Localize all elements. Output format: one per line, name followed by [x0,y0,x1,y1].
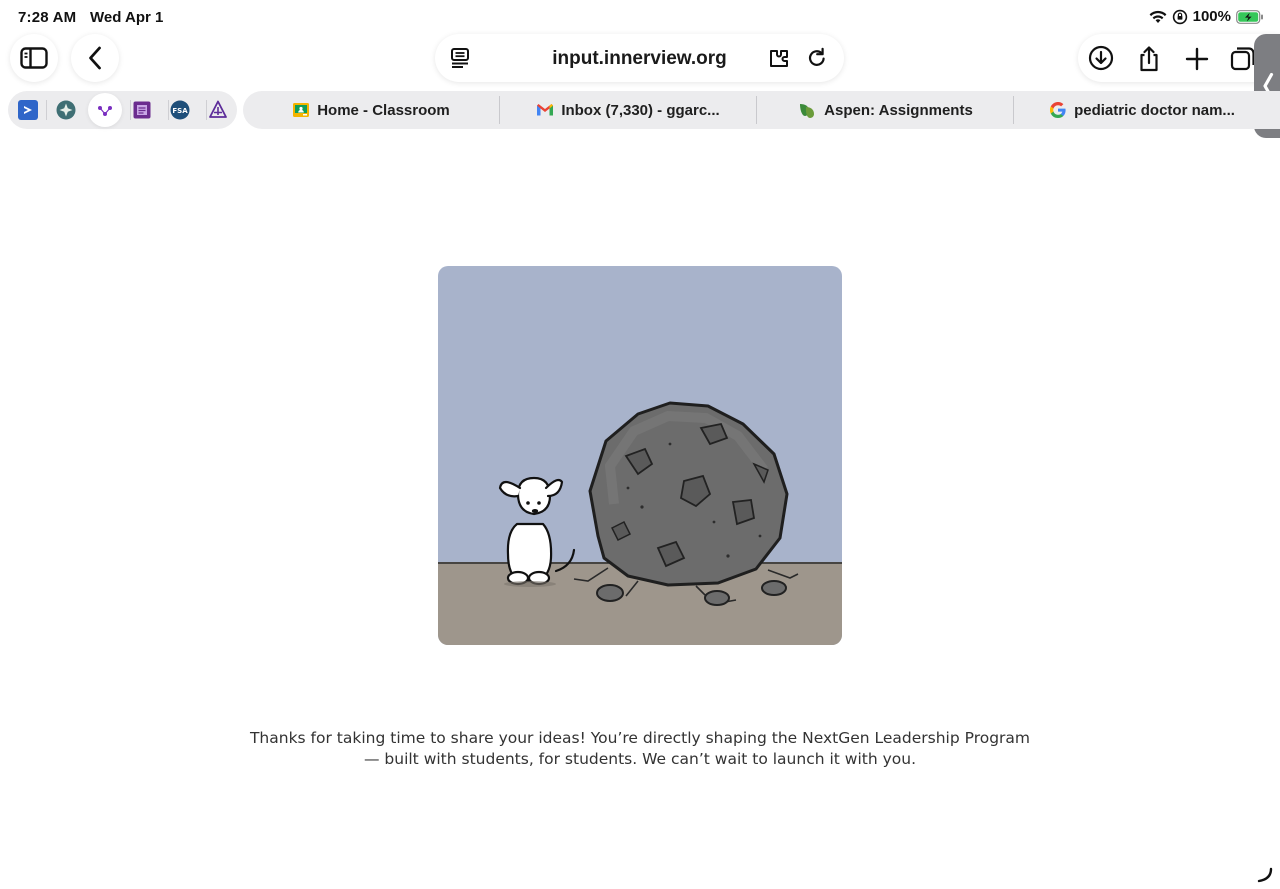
illustration-image [438,266,842,645]
svg-text:FSA: FSA [172,107,188,115]
favorite-separator [130,100,131,120]
orientation-lock-icon [1172,9,1187,24]
chevron-left-icon [89,46,101,70]
favorite-2-icon[interactable] [56,100,76,120]
tab-home-classroom[interactable]: Home - Classroom [243,91,500,129]
tab-aspen-assignments[interactable]: Aspen: Assignments [757,91,1014,129]
gmail-icon [537,104,554,116]
toolbar-actions [1078,34,1280,82]
tab-pediatric-doctor[interactable]: pediatric doctor nam... [1014,91,1271,129]
tab-title: Aspen: Assignments [824,101,973,119]
google-icon [1050,102,1066,118]
favorite-4-icon[interactable] [132,100,152,120]
favorite-separator [46,100,47,120]
download-icon[interactable] [1088,45,1114,71]
tab-inbox-gmail[interactable]: Inbox (7,330) - ggarc... [500,91,757,129]
back-button[interactable] [71,34,119,82]
favorite-separator [206,100,207,120]
battery-charging-icon [1236,9,1263,24]
sidebar-icon [20,47,48,69]
reload-icon[interactable] [806,47,828,69]
status-time: 7:28 AM [18,9,77,26]
tabs-overview-icon[interactable] [1230,46,1256,72]
thank-you-message: Thanks for taking time to share your ide… [249,729,1031,768]
plus-icon[interactable] [1185,47,1209,71]
favorite-1-icon[interactable] [18,100,38,120]
wifi-icon [1149,10,1167,23]
favorite-3-icon[interactable] [95,100,115,120]
loading-spinner-icon [1257,867,1273,883]
tab-title: Home - Classroom [317,101,450,119]
battery-percent: 100% [1192,8,1231,25]
tab-bar: Home - Classroom Inbox (7,330) - ggarc..… [243,91,1280,129]
status-indicators: 100% [1149,8,1264,25]
tab-title: pediatric doctor nam... [1074,101,1235,119]
sidebar-button[interactable] [10,34,58,82]
status-bar: 7:28 AM Wed Apr 1 100% [0,0,1280,34]
favorites-bar: FSA [8,91,237,129]
illustration-dog-and-boulder [438,266,842,645]
aspen-leaf-icon [800,104,815,118]
extension-icon[interactable] [768,47,794,69]
favorite-5-fsa-icon[interactable]: FSA [170,100,190,120]
status-date: Wed Apr 1 [90,9,164,26]
favorite-separator [168,100,169,120]
favorite-6-icon[interactable] [208,100,228,120]
share-icon[interactable] [1136,45,1162,73]
address-bar[interactable]: input.innerview.org [435,34,844,82]
google-classroom-icon [293,103,310,117]
tab-title: Inbox (7,330) - ggarc... [561,101,720,119]
